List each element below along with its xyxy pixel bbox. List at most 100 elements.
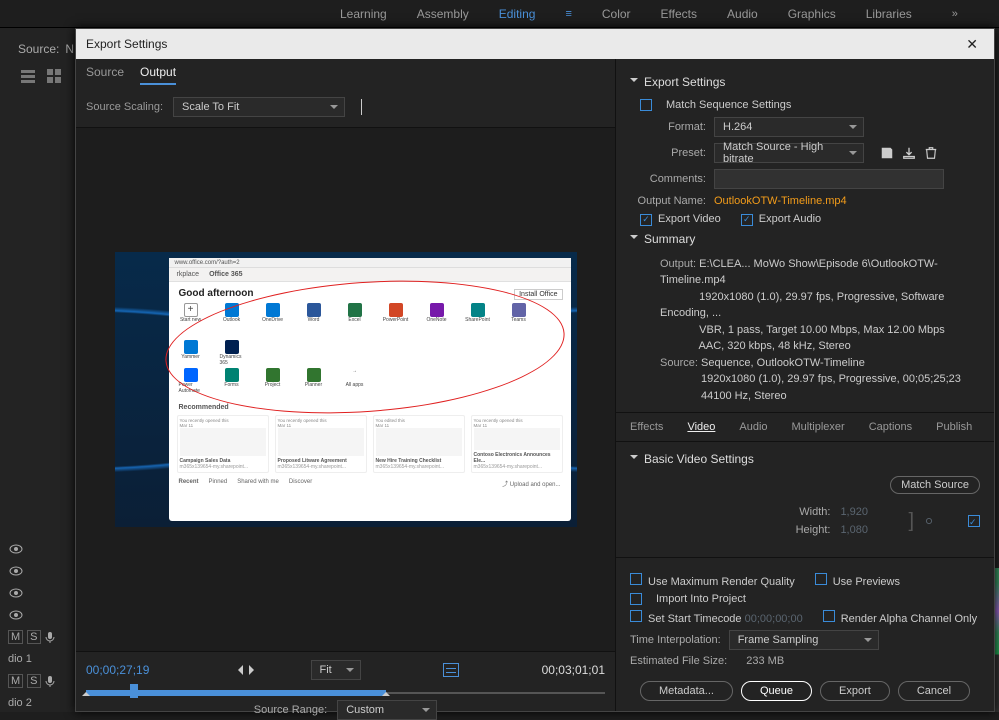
- tab-effects[interactable]: Effects: [630, 421, 663, 433]
- metadata-button[interactable]: Metadata...: [640, 681, 733, 701]
- ws-tab-assembly[interactable]: Assembly: [417, 7, 469, 21]
- est-file-size-label: Estimated File Size:: [630, 655, 727, 667]
- set-start-timecode-label: Set Start Timecode: [648, 613, 742, 625]
- preview-recommended-card: You recently opened thisMar 11Contoso El…: [471, 415, 563, 473]
- bin-icon-icon[interactable]: [46, 68, 62, 84]
- source-range-select[interactable]: Custom: [337, 700, 437, 720]
- export-settings-dialog: Export Settings ✕ Source Output Source S…: [75, 28, 995, 712]
- track-visibility-icon[interactable]: [8, 563, 24, 579]
- set-start-timecode-checkbox[interactable]: [630, 610, 642, 622]
- link-dimensions-icon[interactable]: [922, 514, 936, 528]
- output-name-label: Output Name:: [630, 195, 706, 207]
- timecode-duration: 00;03;01;01: [542, 663, 605, 677]
- preset-select[interactable]: Match Source - High bitrate: [714, 143, 864, 163]
- track-solo-icon[interactable]: S: [27, 674, 40, 688]
- export-settings-section[interactable]: Export Settings: [630, 75, 980, 89]
- preview-frame: www.office.com/?auth=2 rkplaceOffice 365…: [115, 252, 577, 527]
- match-width-checkbox[interactable]: [968, 515, 980, 527]
- preview-url: www.office.com/?auth=2: [169, 258, 571, 268]
- export-audio-checkbox[interactable]: [741, 214, 753, 226]
- match-source-button[interactable]: Match Source: [890, 476, 980, 494]
- time-interpolation-label: Time Interpolation:: [630, 634, 721, 646]
- mic-icon[interactable]: [45, 675, 55, 687]
- height-value[interactable]: 1,080: [840, 524, 900, 536]
- cancel-button[interactable]: Cancel: [898, 681, 970, 701]
- step-forward-icon[interactable]: [249, 665, 259, 675]
- comments-label: Comments:: [630, 173, 706, 185]
- basic-video-section[interactable]: Basic Video Settings: [630, 452, 980, 466]
- width-value[interactable]: 1,920: [840, 506, 900, 518]
- import-preset-icon[interactable]: [902, 146, 916, 160]
- source-scaling-label: Source Scaling:: [86, 101, 163, 113]
- audio-track-label: dio 2: [8, 697, 32, 709]
- track-visibility-icon[interactable]: [8, 541, 24, 557]
- comments-input[interactable]: [714, 169, 944, 189]
- preset-label: Preset:: [630, 147, 706, 159]
- preview-scrubber[interactable]: [86, 684, 605, 698]
- aspect-ratio-icon[interactable]: [443, 663, 459, 677]
- source-panel-label: Source:N: [18, 42, 74, 56]
- max-render-quality-label: Use Maximum Render Quality: [648, 576, 795, 588]
- summary-section[interactable]: Summary: [630, 232, 980, 246]
- workspace-tabs: Learning Assembly Editing ≡ Color Effect…: [0, 0, 999, 28]
- in-point-marker[interactable]: [82, 688, 90, 696]
- summary-output: Output: E:\CLEA... MoWo Show\Episode 6\O…: [630, 256, 980, 405]
- export-video-label: Export Video: [658, 213, 721, 225]
- track-solo-icon[interactable]: S: [27, 630, 40, 644]
- save-preset-icon[interactable]: [880, 146, 894, 160]
- est-file-size-value: 233 MB: [746, 655, 784, 667]
- export-video-checkbox[interactable]: [640, 214, 652, 226]
- preview-recommended-card: You recently opened thisMar 11Campaign S…: [177, 415, 269, 473]
- track-mute-icon[interactable]: M: [8, 630, 23, 644]
- out-point-marker[interactable]: [382, 688, 390, 696]
- render-alpha-label: Render Alpha Channel Only: [841, 613, 977, 625]
- format-select[interactable]: H.264: [714, 117, 864, 137]
- step-back-icon[interactable]: [233, 665, 243, 675]
- bin-list-icon[interactable]: [20, 68, 36, 84]
- ws-tab-libraries[interactable]: Libraries: [866, 7, 912, 21]
- source-scaling-select[interactable]: Scale To Fit: [173, 97, 345, 117]
- mic-icon[interactable]: [45, 631, 55, 643]
- ws-tab-learning[interactable]: Learning: [340, 7, 387, 21]
- output-name-link[interactable]: OutlookOTW-Timeline.mp4: [714, 195, 847, 207]
- tab-publish[interactable]: Publish: [936, 421, 972, 433]
- import-project-checkbox[interactable]: [630, 593, 642, 605]
- track-visibility-icon[interactable]: [8, 585, 24, 601]
- max-render-quality-checkbox[interactable]: [630, 573, 642, 585]
- text-cursor: [361, 99, 362, 115]
- export-button[interactable]: Export: [820, 681, 890, 701]
- time-interpolation-select[interactable]: Frame Sampling: [729, 630, 879, 650]
- tab-source[interactable]: Source: [86, 65, 124, 85]
- audio-track-label: dio 1: [8, 653, 32, 665]
- edit-workspace-icon[interactable]: ≡: [565, 8, 571, 20]
- close-button[interactable]: ✕: [960, 34, 984, 55]
- preview-panel: www.office.com/?auth=2 rkplaceOffice 365…: [76, 128, 615, 651]
- bracket-icon: ]: [908, 510, 914, 533]
- ws-tab-audio[interactable]: Audio: [727, 7, 758, 21]
- tab-multiplexer[interactable]: Multiplexer: [792, 421, 845, 433]
- ws-overflow-icon[interactable]: »: [952, 8, 958, 20]
- render-alpha-checkbox[interactable]: [823, 610, 835, 622]
- export-audio-label: Export Audio: [759, 213, 821, 225]
- ws-tab-graphics[interactable]: Graphics: [788, 7, 836, 21]
- preview-recommended-card: You edited thisMar 11New Hire Training C…: [373, 415, 465, 473]
- tab-audio[interactable]: Audio: [739, 421, 767, 433]
- zoom-fit-select[interactable]: Fit: [311, 660, 361, 680]
- delete-preset-icon[interactable]: [924, 146, 938, 160]
- ws-tab-editing[interactable]: Editing: [499, 7, 536, 21]
- track-mute-icon[interactable]: M: [8, 674, 23, 688]
- ws-tab-effects[interactable]: Effects: [661, 7, 697, 21]
- tab-output[interactable]: Output: [140, 65, 176, 85]
- timecode-current[interactable]: 00;00;27;19: [86, 663, 149, 677]
- ws-tab-color[interactable]: Color: [602, 7, 631, 21]
- match-sequence-checkbox[interactable]: [640, 99, 652, 111]
- playhead-icon[interactable]: [130, 684, 138, 698]
- track-visibility-icon[interactable]: [8, 607, 24, 623]
- queue-button[interactable]: Queue: [741, 681, 812, 701]
- tab-captions[interactable]: Captions: [869, 421, 912, 433]
- tab-video[interactable]: Video: [687, 421, 715, 433]
- format-label: Format:: [630, 121, 706, 133]
- use-previews-label: Use Previews: [833, 576, 900, 588]
- use-previews-checkbox[interactable]: [815, 573, 827, 585]
- source-range-label: Source Range:: [254, 704, 327, 716]
